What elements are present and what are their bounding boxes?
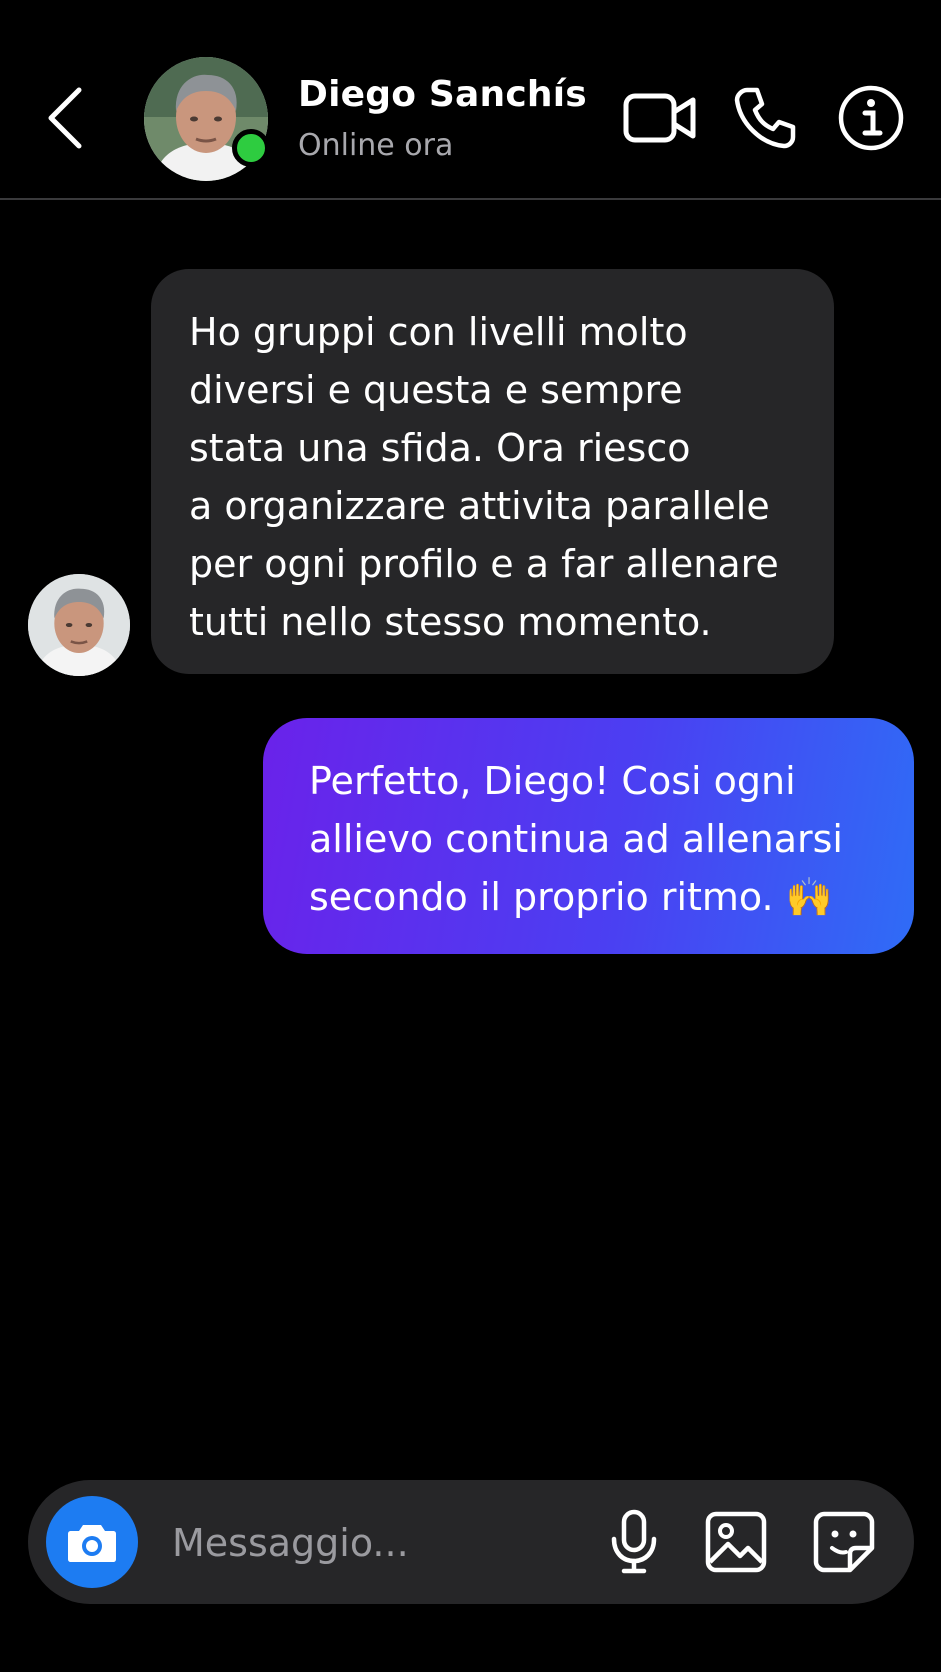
info-button[interactable]	[836, 82, 906, 154]
camera-icon	[68, 1525, 116, 1562]
back-icon	[48, 87, 82, 149]
message-composer	[28, 1480, 914, 1604]
back-button[interactable]	[40, 80, 90, 156]
contact-avatar[interactable]	[144, 57, 270, 181]
person-photo-icon	[28, 574, 130, 676]
video-call-icon	[623, 93, 696, 143]
phone-call-button[interactable]	[730, 82, 800, 154]
message-input[interactable]	[170, 1508, 594, 1578]
sender-avatar[interactable]	[28, 574, 130, 676]
contact-status: Online ora	[298, 128, 454, 163]
gallery-button[interactable]	[696, 1502, 776, 1582]
chat-screen: Diego Sanchís Online ora Ho gruppi con l…	[0, 0, 941, 1672]
online-indicator	[232, 129, 270, 167]
voice-message-button[interactable]	[594, 1502, 674, 1582]
contact-name: Diego Sanchís	[298, 74, 587, 115]
gallery-icon	[705, 1511, 767, 1573]
camera-button[interactable]	[46, 1496, 138, 1588]
info-icon	[838, 85, 904, 151]
microphone-icon	[611, 1509, 657, 1574]
sticker-icon	[813, 1511, 875, 1573]
outgoing-message-bubble[interactable]: Perfetto, Diego! Cosi ogni allievo conti…	[263, 718, 914, 954]
video-call-button[interactable]	[622, 82, 698, 154]
phone-icon	[734, 87, 796, 149]
incoming-message-bubble[interactable]: Ho gruppi con livelli molto diversi e qu…	[151, 269, 834, 674]
chat-header: Diego Sanchís Online ora	[0, 0, 941, 200]
sticker-button[interactable]	[804, 1502, 884, 1582]
